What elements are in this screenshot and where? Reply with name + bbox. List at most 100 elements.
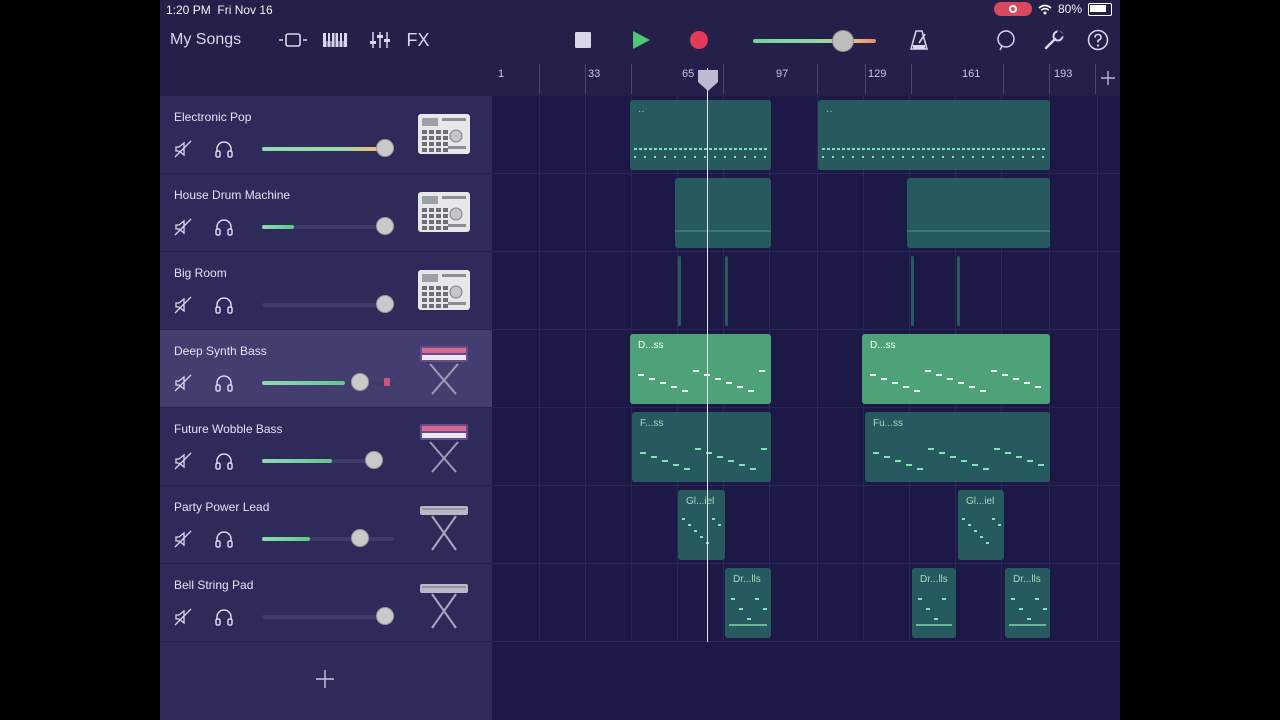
bar-marker: 193: [1054, 68, 1073, 80]
headphones-icon[interactable]: [214, 139, 234, 159]
arrangement-area[interactable]: ·· ·· D...ss D...ss F...ss Fu...ss Gl...iel Gl.…: [492, 96, 1120, 720]
track-row[interactable]: Future Wobble Bass: [160, 408, 492, 486]
instrument-icon[interactable]: [416, 418, 472, 474]
instrument-icon[interactable]: [416, 106, 472, 162]
my-songs-button[interactable]: My Songs: [170, 26, 241, 54]
region[interactable]: ··: [630, 100, 771, 170]
stop-icon[interactable]: [570, 26, 596, 54]
track-row[interactable]: House Drum Machine: [160, 174, 492, 252]
track-row[interactable]: Electronic Pop: [160, 96, 492, 174]
ruler-divider: [817, 64, 818, 94]
volume-fill: [262, 537, 310, 541]
region[interactable]: Gl...iel: [958, 490, 1004, 560]
mute-icon[interactable]: [174, 296, 192, 314]
region[interactable]: Dr...lls: [912, 568, 956, 638]
headphones-icon[interactable]: [214, 529, 234, 549]
mute-icon[interactable]: [174, 530, 192, 548]
timeline-ruler[interactable]: 1 33 65 97 129 161 193: [492, 60, 1120, 94]
headphones-icon[interactable]: [214, 607, 234, 627]
volume-fill: [262, 147, 394, 151]
region-notes: [638, 370, 765, 392]
fx-button[interactable]: FX: [404, 26, 432, 54]
region-notes: [682, 518, 721, 544]
volume-fill: [262, 225, 294, 229]
region[interactable]: ··: [818, 100, 1050, 170]
track-volume-slider[interactable]: [262, 225, 394, 229]
loop-icon[interactable]: [994, 26, 1018, 54]
play-icon[interactable]: [628, 26, 654, 54]
playhead-handle[interactable]: [696, 68, 720, 92]
master-volume-knob[interactable]: [831, 30, 854, 52]
track-volume-slider[interactable]: [262, 537, 394, 541]
region-notes: [822, 148, 1045, 158]
track-volume-knob[interactable]: [351, 373, 369, 391]
region-notes: [907, 230, 1050, 232]
headphones-icon[interactable]: [214, 373, 234, 393]
track-row[interactable]: Bell String Pad: [160, 564, 492, 642]
region[interactable]: [907, 178, 1050, 248]
instrument-icon[interactable]: [416, 184, 472, 240]
grid-line: [817, 96, 818, 642]
region[interactable]: Dr...lls: [725, 568, 771, 638]
region[interactable]: Fu...ss: [865, 412, 1050, 482]
region[interactable]: D...ss: [630, 334, 771, 404]
track-volume-knob[interactable]: [376, 217, 394, 235]
mute-icon[interactable]: [174, 374, 192, 392]
track-row[interactable]: Party Power Lead: [160, 486, 492, 564]
region[interactable]: [957, 256, 960, 326]
headphones-icon[interactable]: [214, 451, 234, 471]
region[interactable]: F...ss: [632, 412, 771, 482]
region[interactable]: [678, 256, 681, 326]
region[interactable]: [725, 256, 728, 326]
tracks-view-icon[interactable]: [276, 26, 310, 54]
headphones-icon[interactable]: [214, 295, 234, 315]
region[interactable]: D...ss: [862, 334, 1050, 404]
track-name: Party Power Lead: [174, 500, 270, 514]
instrument-icon[interactable]: [416, 496, 472, 552]
mute-icon[interactable]: [174, 140, 192, 158]
headphones-icon[interactable]: [214, 217, 234, 237]
mixer-icon[interactable]: [366, 26, 394, 54]
region[interactable]: Dr...lls: [1005, 568, 1050, 638]
track-lane[interactable]: [492, 252, 1120, 330]
add-track-icon[interactable]: [314, 668, 336, 690]
help-icon[interactable]: [1086, 26, 1110, 54]
region[interactable]: Gl...iel: [678, 490, 725, 560]
track-lane[interactable]: [492, 486, 1120, 564]
record-icon[interactable]: [686, 26, 712, 54]
mute-icon[interactable]: [174, 608, 192, 626]
metronome-icon[interactable]: [908, 26, 930, 54]
track-row[interactable]: Big Room: [160, 252, 492, 330]
track-row[interactable]: Deep Synth Bass: [160, 330, 492, 408]
mute-icon[interactable]: [174, 452, 192, 470]
track-volume-knob[interactable]: [376, 295, 394, 313]
mute-icon[interactable]: [174, 218, 192, 236]
track-volume-slider[interactable]: [262, 147, 394, 151]
grid-line: [539, 96, 540, 642]
ruler-divider: [911, 64, 912, 94]
master-volume-slider[interactable]: [753, 39, 876, 43]
keyboard-icon[interactable]: [320, 26, 350, 54]
track-volume-slider[interactable]: [262, 381, 394, 385]
screen-recording-icon[interactable]: [993, 2, 1032, 16]
track-volume-knob[interactable]: [376, 139, 394, 157]
track-volume-slider[interactable]: [262, 459, 382, 463]
bar-marker: 161: [962, 68, 981, 80]
track-volume-slider[interactable]: [262, 303, 394, 307]
track-volume-slider[interactable]: [262, 615, 394, 619]
track-volume-knob[interactable]: [365, 451, 383, 469]
track-headers: Electronic Pop House Drum Machine Big Room…: [160, 96, 492, 720]
bar-marker: 129: [868, 68, 887, 80]
track-volume-knob[interactable]: [376, 607, 394, 625]
instrument-icon[interactable]: [416, 340, 472, 396]
ruler-divider: [539, 64, 540, 94]
settings-wrench-icon[interactable]: [1042, 26, 1066, 54]
track-volume-knob[interactable]: [351, 529, 369, 547]
add-section-icon[interactable]: [1100, 70, 1116, 86]
instrument-icon[interactable]: [416, 262, 472, 318]
region[interactable]: [675, 178, 771, 248]
ruler-divider: [865, 64, 866, 94]
region[interactable]: [911, 256, 914, 326]
instrument-icon[interactable]: [416, 574, 472, 630]
grid-line: [585, 96, 586, 642]
